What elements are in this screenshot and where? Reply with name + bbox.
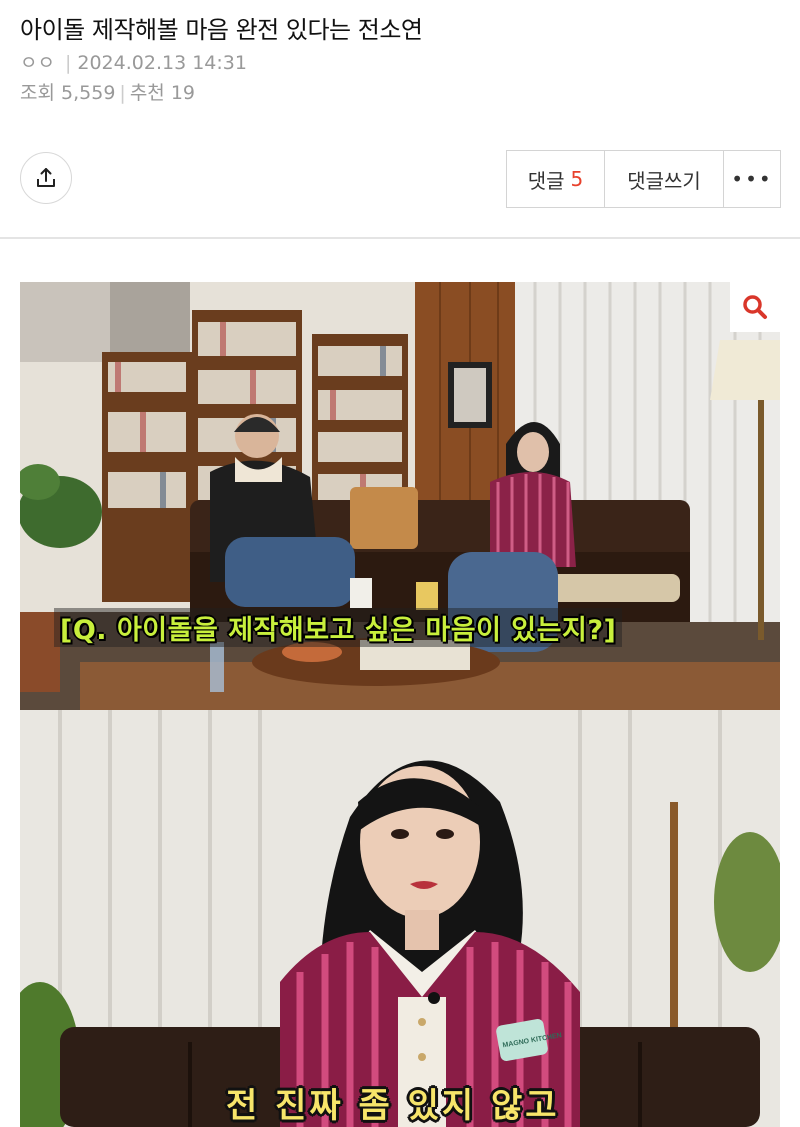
comments-button[interactable]: 댓글 5: [507, 151, 605, 207]
views-count: 5,559: [61, 82, 116, 104]
write-comment-button[interactable]: 댓글쓰기: [605, 151, 724, 207]
stats-separator: |: [119, 82, 126, 104]
post-title: 아이돌 제작해볼 마음 완전 있다는 전소연: [20, 16, 423, 44]
section-divider: [0, 237, 800, 239]
recommend-label: 추천: [129, 82, 165, 104]
video-caption-answer: 전 진짜 좀 있지 않고: [226, 1086, 560, 1126]
share-button[interactable]: [20, 152, 72, 204]
comments-count: 5: [570, 167, 584, 191]
post-datetime: 2024.02.13 14:31: [77, 52, 247, 74]
views-label: 조회: [20, 82, 55, 104]
author-name[interactable]: ㅇㅇ: [20, 52, 55, 74]
more-options-button[interactable]: •••: [724, 151, 780, 207]
video-caption-question: [Q. 아이돌을 제작해보고 싶은 마음이 있는지?]: [54, 608, 623, 647]
post-stats: 조회 5,559 | 추천 19: [20, 78, 195, 105]
meta-separator: |: [64, 52, 72, 74]
magnifier-icon: [743, 295, 767, 319]
video-still-illustration: MAGNO KITCHEN: [20, 282, 780, 1127]
comment-actions: 댓글 5 댓글쓰기 •••: [506, 150, 781, 208]
post-meta: ㅇㅇ | 2024.02.13 14:31: [20, 48, 247, 75]
recommend-count: 19: [170, 82, 196, 104]
zoom-button[interactable]: [730, 282, 780, 332]
share-icon: [37, 168, 55, 187]
comments-label: 댓글: [527, 168, 565, 193]
post-image[interactable]: MAGNO KITCHEN [Q. 아이돌을 제작해보고 싶은 마음이 있는지?…: [20, 282, 780, 1127]
